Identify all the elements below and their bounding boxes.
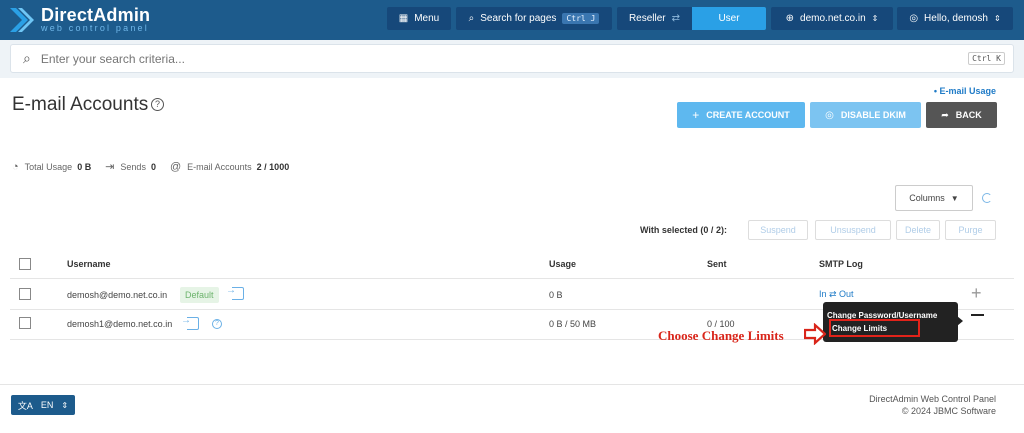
updown-chevron-icon: ⇕	[871, 14, 879, 23]
columns-label: Columns	[909, 193, 945, 203]
dkim-icon: ◎	[825, 109, 834, 121]
create-account-label: CREATE ACCOUNT	[706, 110, 790, 120]
caret-down-icon: ▼	[950, 193, 959, 203]
brand-logo[interactable]: DirectAdmin web control panel	[10, 5, 150, 35]
suspend-button[interactable]: Suspend	[748, 220, 808, 240]
disable-dkim-label: DISABLE DKIM	[840, 110, 906, 120]
top-navbar: DirectAdmin web control panel ▦ Menu ⌕ S…	[0, 0, 1024, 40]
with-selected-label: With selected (0 / 2):	[640, 225, 727, 235]
purge-button[interactable]: Purge	[945, 220, 996, 240]
divider	[10, 278, 1014, 279]
search-icon: ⌕	[23, 50, 31, 66]
default-badge: Default	[180, 287, 219, 303]
login-as-icon[interactable]	[226, 285, 244, 300]
at-icon: @	[169, 160, 182, 173]
globe-icon: ⊕	[785, 13, 795, 24]
menu-button[interactable]: ▦ Menu	[387, 7, 451, 30]
expand-plus-icon[interactable]: +	[971, 283, 982, 304]
stats-bar: ◔ Total Usage 0 B ⇥ Sends 0 @ E-mail Acc…	[12, 160, 303, 174]
email-accounts-value: 2 / 1000	[256, 161, 290, 172]
page-title: E-mail Accounts	[12, 94, 149, 115]
col-sent[interactable]: Sent	[707, 259, 727, 269]
back-arrow-icon: ➦	[941, 109, 949, 120]
delete-button[interactable]: Delete	[896, 220, 940, 240]
search-shortcut: Ctrl K	[968, 52, 1005, 65]
unsuspend-button[interactable]: Unsuspend	[815, 220, 891, 240]
help-icon[interactable]: ?	[212, 319, 222, 329]
role-user-button[interactable]: User	[692, 7, 766, 30]
annotation-arrow-icon	[804, 323, 826, 345]
pie-chart-icon: ◔	[12, 160, 19, 173]
translate-icon: 文A	[17, 400, 33, 411]
language-selector[interactable]: 文A EN ⇕	[11, 395, 75, 415]
sends-icon: ⇥	[105, 161, 115, 173]
refresh-icon[interactable]	[982, 193, 992, 203]
row-username[interactable]: demosh1@demo.net.co.in	[67, 319, 172, 329]
col-username[interactable]: Username	[67, 259, 111, 269]
col-smtp-log[interactable]: SMTP Log	[819, 259, 863, 269]
search-bar-area: ⌕ Ctrl K	[0, 40, 1024, 78]
total-usage-value: 0 B	[77, 161, 92, 172]
footer-divider	[0, 384, 1024, 385]
row-usage: 0 B / 50 MB	[549, 319, 597, 329]
domain-selector[interactable]: ⊕ demo.net.co.in ⇕	[771, 7, 893, 30]
menu-label: Menu	[414, 13, 440, 24]
search-pages-shortcut: Ctrl J	[562, 13, 600, 24]
create-account-button[interactable]: + CREATE ACCOUNT	[677, 102, 805, 128]
search-pages-label: Search for pages	[480, 13, 557, 24]
language-label: EN	[40, 400, 54, 410]
col-usage[interactable]: Usage	[549, 259, 576, 269]
row-checkbox[interactable]	[19, 288, 31, 300]
domain-label: demo.net.co.in	[800, 13, 866, 24]
login-as-icon[interactable]	[181, 315, 199, 330]
plus-icon: +	[692, 108, 700, 122]
highlight-box	[829, 319, 920, 337]
sends-value: 0	[150, 161, 156, 172]
search-pages-button[interactable]: ⌕ Search for pages Ctrl J	[456, 7, 612, 30]
row-usage: 0 B	[549, 290, 563, 300]
popup-pointer	[957, 316, 963, 326]
user-icon: ◎	[909, 13, 919, 24]
total-usage-label: Total Usage	[24, 161, 73, 172]
brand-tagline: web control panel	[41, 23, 149, 33]
disable-dkim-button[interactable]: ◎ DISABLE DKIM	[810, 102, 921, 128]
role-user-label: User	[718, 13, 740, 24]
search-icon: ⌕	[468, 13, 475, 24]
updown-chevron-icon: ⇕	[61, 400, 69, 410]
collapse-minus-icon[interactable]	[971, 314, 984, 316]
annotation-text: Choose Change Limits	[658, 328, 784, 343]
row-checkbox[interactable]	[19, 317, 31, 329]
email-usage-link[interactable]: • E-mail Usage	[934, 86, 996, 96]
smtp-log-link[interactable]: In ⇄ Out	[819, 289, 854, 300]
directadmin-logo-icon	[10, 8, 34, 32]
greeting-label: Hello, demosh	[924, 13, 988, 24]
email-accounts-label: E-mail Accounts	[187, 161, 252, 172]
search-box: ⌕ Ctrl K	[10, 44, 1014, 73]
help-icon[interactable]: ?	[151, 98, 164, 111]
updown-chevron-icon: ⇕	[993, 14, 1001, 23]
brand-name: DirectAdmin	[41, 5, 151, 25]
columns-button[interactable]: Columns ▼	[895, 185, 973, 211]
search-input[interactable]	[40, 51, 921, 66]
back-label: BACK	[955, 110, 982, 120]
footer-line-2: © 2024 JBMC Software	[901, 406, 996, 416]
role-reseller-label: Reseller	[628, 13, 666, 24]
row-username[interactable]: demosh@demo.net.co.in	[67, 290, 167, 300]
back-button[interactable]: ➦ BACK	[926, 102, 997, 128]
sends-label: Sends	[120, 161, 146, 172]
role-reseller-button[interactable]: Reseller ⇄	[617, 7, 692, 30]
grid-icon: ▦	[398, 13, 409, 24]
select-all-checkbox[interactable]	[19, 258, 31, 270]
footer-line-1: DirectAdmin Web Control Panel	[869, 394, 996, 404]
user-menu[interactable]: ◎ Hello, demosh ⇕	[897, 7, 1013, 30]
footer-copyright: DirectAdmin Web Control Panel © 2024 JBM…	[869, 393, 996, 417]
swap-icon: ⇄	[671, 13, 681, 24]
